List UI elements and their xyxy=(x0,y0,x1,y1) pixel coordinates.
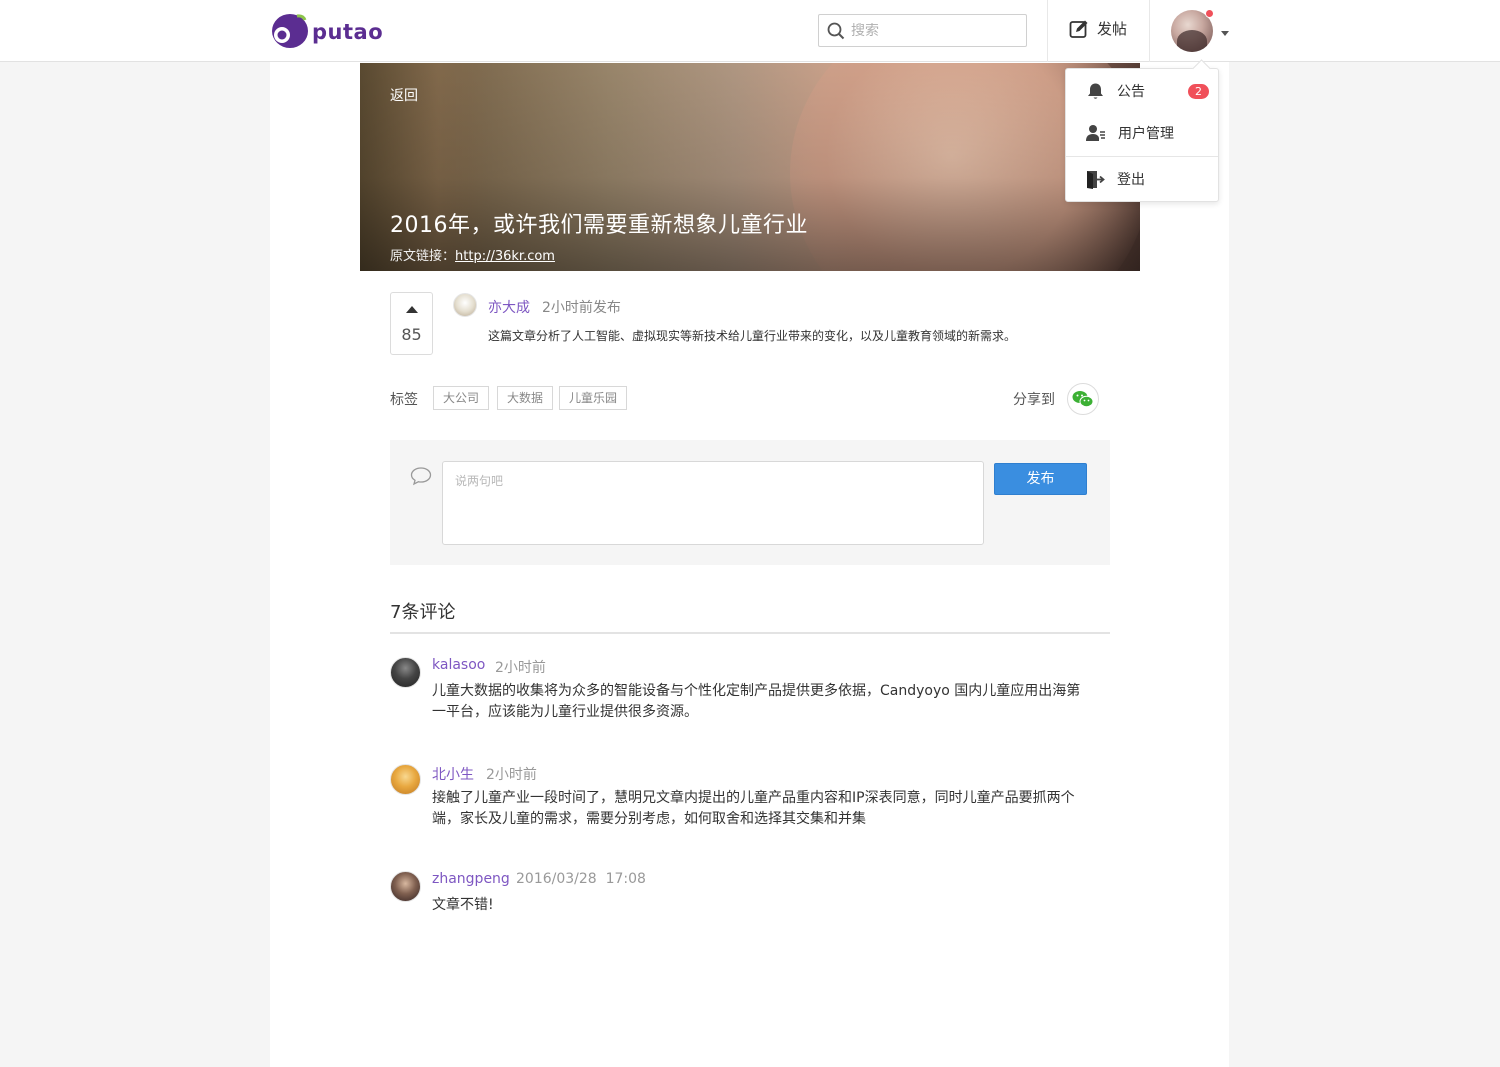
search-box[interactable] xyxy=(818,14,1027,47)
user-manage-icon xyxy=(1086,124,1105,141)
avatar[interactable] xyxy=(390,657,421,688)
comment-time: 2小时前 xyxy=(495,660,546,676)
source-link[interactable]: http://36kr.com xyxy=(455,249,555,264)
chevron-down-icon[interactable] xyxy=(1221,31,1229,36)
logo-text: putao xyxy=(312,20,384,44)
menu-item-label: 公告 xyxy=(1117,84,1145,100)
search-input[interactable] xyxy=(851,22,1011,39)
submit-comment-button[interactable]: 发布 xyxy=(994,463,1087,495)
comment-text: 文章不错! xyxy=(432,897,494,913)
menu-item-user-management[interactable]: 用户管理 xyxy=(1066,113,1218,153)
comment-author[interactable]: kalasoo xyxy=(432,657,485,673)
vote-count: 85 xyxy=(401,325,422,344)
tag-item[interactable]: 大公司 xyxy=(433,386,490,410)
tags-label: 标签 xyxy=(390,392,418,408)
source-label: 原文链接： xyxy=(390,249,456,264)
menu-item-announcements[interactable]: 公告 2 xyxy=(1066,71,1218,111)
source-line: 原文链接：http://36kr.com xyxy=(390,245,555,264)
menu-item-label: 用户管理 xyxy=(1118,126,1174,142)
notification-badge: 2 xyxy=(1188,84,1209,99)
comment-author[interactable]: zhangpeng xyxy=(432,871,510,887)
share-label: 分享到 xyxy=(1013,392,1055,408)
comment-text: 接触了儿童产业一段时间了，慧明兄文章内提出的儿童产品重内容和IP深表同意，同时儿… xyxy=(432,790,1075,827)
post-time: 2小时前发布 xyxy=(542,300,621,316)
comment-item: kalasoo 2小时前 儿童大数据的收集将为众多的智能设备与个性化定制产品提供… xyxy=(390,657,1090,727)
arrow-up-icon xyxy=(406,306,418,313)
new-post-button[interactable]: 发帖 xyxy=(1069,18,1127,39)
comment-input[interactable] xyxy=(442,461,984,545)
article-title: 2016年，或许我们需要重新想象儿童行业 xyxy=(390,213,808,238)
menu-item-label: 登出 xyxy=(1117,172,1145,188)
author-name[interactable]: 亦大成 xyxy=(488,297,530,317)
avatar[interactable] xyxy=(390,764,421,795)
upvote-button[interactable]: 85 xyxy=(390,292,433,355)
avatar[interactable] xyxy=(390,871,421,902)
menu-divider xyxy=(1066,156,1218,157)
logo[interactable]: putao xyxy=(270,12,383,52)
putao-logo-icon xyxy=(272,14,308,48)
tag-item[interactable]: 儿童乐园 xyxy=(559,386,628,410)
author-avatar[interactable] xyxy=(453,293,477,317)
new-post-label: 发帖 xyxy=(1097,20,1128,38)
comment-time: 2小时前 xyxy=(486,767,537,783)
comment-author[interactable]: 北小生 xyxy=(432,764,474,784)
tag-item[interactable]: 大数据 xyxy=(497,386,554,410)
comments-divider xyxy=(390,632,1110,634)
edit-icon xyxy=(1069,20,1088,38)
nav-divider xyxy=(1047,0,1048,62)
menu-item-logout[interactable]: 登出 xyxy=(1066,159,1218,199)
hero-overlay xyxy=(360,63,1140,271)
back-link[interactable]: 返回 xyxy=(390,85,418,105)
user-avatar-button[interactable] xyxy=(1171,9,1214,52)
notification-dot xyxy=(1205,9,1214,18)
comment-time: 2016/03/28 17:08 xyxy=(516,871,646,887)
comment-bubble-icon xyxy=(410,467,432,486)
article-summary: 这篇文章分析了人工智能、虚拟现实等新技术给儿童行业带来的变化，以及儿童教育领域的… xyxy=(488,329,1017,343)
wechat-icon xyxy=(1072,391,1094,408)
user-dropdown-menu: 公告 2 用户管理 登出 xyxy=(1065,68,1219,202)
comment-composer: 发布 xyxy=(390,440,1110,565)
logout-icon xyxy=(1087,170,1105,189)
search-icon xyxy=(827,22,845,39)
bell-icon xyxy=(1088,83,1103,99)
nav-divider xyxy=(1149,0,1150,62)
comment-item: zhangpeng 2016/03/28 17:08 文章不错! xyxy=(390,871,1090,921)
top-navbar: putao 发帖 xyxy=(0,0,1500,62)
comment-text: 儿童大数据的收集将为众多的智能设备与个性化定制产品提供更多依据，Candyoyo… xyxy=(432,683,1081,720)
wechat-share-button[interactable] xyxy=(1067,383,1099,415)
comment-item: 北小生 2小时前 接触了儿童产业一段时间了，慧明兄文章内提出的儿童产品重内容和I… xyxy=(390,764,1090,834)
comments-count-title: 7条评论 xyxy=(390,602,456,623)
article-hero: 返回 2016年，或许我们需要重新想象儿童行业 原文链接：http://36kr… xyxy=(360,63,1140,271)
